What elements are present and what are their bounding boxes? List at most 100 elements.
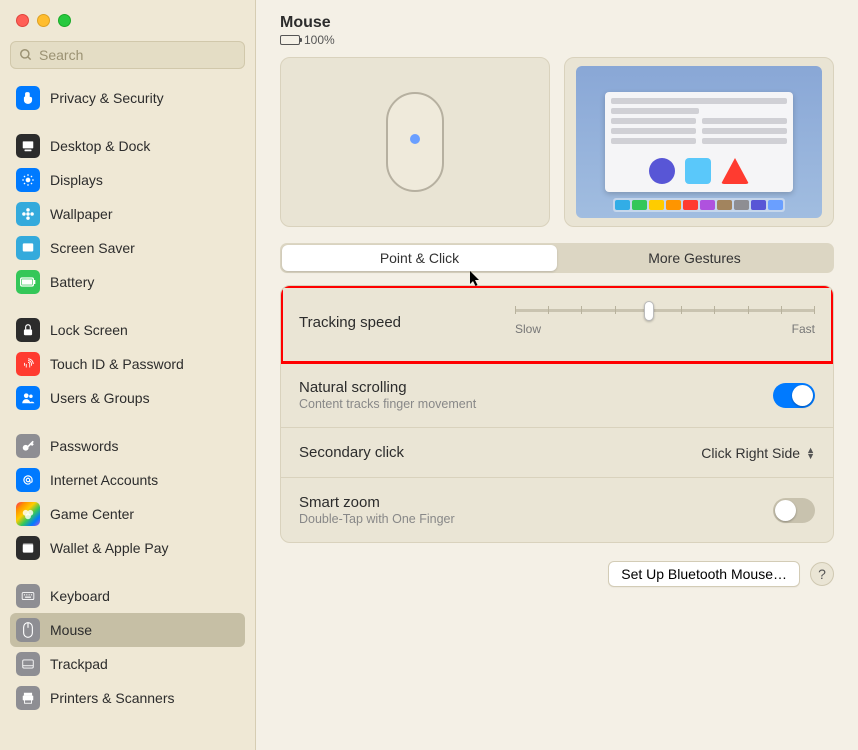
sun-icon xyxy=(16,168,40,192)
main-panel: Mouse 100% xyxy=(256,0,858,750)
square-shape-icon xyxy=(685,158,711,184)
minimize-window-button[interactable] xyxy=(37,14,50,27)
slider-min-label: Slow xyxy=(515,322,541,336)
sidebar-item-label: Trackpad xyxy=(50,656,108,672)
sidebar-item-label: Displays xyxy=(50,172,103,188)
sidebar-item-passwords[interactable]: Passwords xyxy=(10,429,245,463)
mouse-preview xyxy=(280,57,550,227)
hand-icon xyxy=(16,86,40,110)
sidebar-item-label: Desktop & Dock xyxy=(50,138,150,154)
row-tracking-speed: Tracking speed Slow Fast xyxy=(281,286,833,363)
slider-thumb[interactable] xyxy=(644,301,654,321)
sidebar-item-displays[interactable]: Displays xyxy=(10,163,245,197)
smart-zoom-toggle[interactable] xyxy=(773,498,815,523)
fullscreen-window-button[interactable] xyxy=(58,14,71,27)
mini-window xyxy=(605,92,792,192)
sidebar-item-label: Users & Groups xyxy=(50,390,150,406)
tracking-speed-label: Tracking speed xyxy=(299,314,515,331)
sidebar-item-trackpad[interactable]: Trackpad xyxy=(10,647,245,681)
sidebar-item-wallpaper[interactable]: Wallpaper xyxy=(10,197,245,231)
fingerprint-icon xyxy=(16,352,40,376)
battery-percent: 100% xyxy=(304,33,335,47)
sidebar-item-label: Lock Screen xyxy=(50,322,128,338)
secondary-click-label: Secondary click xyxy=(299,444,701,461)
sidebar-item-label: Wallpaper xyxy=(50,206,113,222)
sidebar-item-label: Internet Accounts xyxy=(50,472,158,488)
sidebar-item-internet-accounts[interactable]: Internet Accounts xyxy=(10,463,245,497)
desktop-preview-box xyxy=(564,57,834,227)
page-title: Mouse xyxy=(280,14,834,32)
tracking-speed-slider[interactable]: Slow Fast xyxy=(515,308,815,336)
sidebar-item-users-groups[interactable]: Users & Groups xyxy=(10,381,245,415)
lock-icon xyxy=(16,318,40,342)
sidebar-item-wallet-apple-pay[interactable]: Wallet & Apple Pay xyxy=(10,531,245,565)
sidebar-item-label: Keyboard xyxy=(50,588,110,604)
sidebar-item-desktop-dock[interactable]: Desktop & Dock xyxy=(10,129,245,163)
search-field[interactable] xyxy=(10,41,245,69)
sidebar-item-keyboard[interactable]: Keyboard xyxy=(10,579,245,613)
gamecenter-icon xyxy=(16,502,40,526)
sidebar-item-game-center[interactable]: Game Center xyxy=(10,497,245,531)
search-input[interactable] xyxy=(39,47,236,63)
printer-icon xyxy=(16,686,40,710)
tab-point-and-click[interactable]: Point & Click xyxy=(282,245,557,271)
sidebar: Privacy & Security Desktop & Dock Displays… xyxy=(0,0,256,750)
smart-zoom-sublabel: Double-Tap with One Finger xyxy=(299,512,773,526)
setup-bluetooth-button[interactable]: Set Up Bluetooth Mouse… xyxy=(608,561,800,587)
flower-icon xyxy=(16,202,40,226)
secondary-click-popup[interactable]: Click Right Side ▲▼ xyxy=(701,445,815,461)
mouse-icon xyxy=(16,618,40,642)
natural-scrolling-toggle[interactable] xyxy=(773,383,815,408)
dock-preview xyxy=(613,198,786,212)
desktop-preview xyxy=(576,66,823,217)
battery-icon xyxy=(16,270,40,294)
sidebar-item-touch-id-password[interactable]: Touch ID & Password xyxy=(10,347,245,381)
sidebar-item-label: Battery xyxy=(50,274,94,290)
preview-row xyxy=(280,57,834,227)
trackpad-icon xyxy=(16,652,40,676)
close-window-button[interactable] xyxy=(16,14,29,27)
header: Mouse 100% xyxy=(280,14,834,47)
sidebar-item-battery[interactable]: Battery xyxy=(10,265,245,299)
battery-status: 100% xyxy=(280,33,834,47)
mouse-graphic xyxy=(386,92,444,192)
dock-icon xyxy=(16,134,40,158)
row-smart-zoom: Smart zoom Double-Tap with One Finger xyxy=(281,478,833,542)
sidebar-item-printers-scanners[interactable]: Printers & Scanners xyxy=(10,681,245,715)
natural-scrolling-sublabel: Content tracks finger movement xyxy=(299,397,773,411)
screensaver-icon xyxy=(16,236,40,260)
sidebar-item-mouse[interactable]: Mouse xyxy=(10,613,245,647)
footer: Set Up Bluetooth Mouse… ? xyxy=(280,561,834,587)
tab-segmented-control[interactable]: Point & Click More Gestures xyxy=(280,243,834,273)
slider-max-label: Fast xyxy=(792,322,815,336)
sidebar-item-screen-saver[interactable]: Screen Saver xyxy=(10,231,245,265)
search-icon xyxy=(19,48,33,62)
natural-scrolling-label: Natural scrolling xyxy=(299,379,773,396)
tab-more-gestures[interactable]: More Gestures xyxy=(557,245,832,271)
sidebar-item-label: Mouse xyxy=(50,622,92,638)
sidebar-item-label: Game Center xyxy=(50,506,134,522)
settings-list: Tracking speed Slow Fast Natural scrolli… xyxy=(280,285,834,543)
sidebar-item-lock-screen[interactable]: Lock Screen xyxy=(10,313,245,347)
sidebar-item-label: Wallet & Apple Pay xyxy=(50,540,169,556)
sidebar-item-label: Passwords xyxy=(50,438,118,454)
sidebar-item-privacy-security[interactable]: Privacy & Security xyxy=(10,81,245,115)
help-button[interactable]: ? xyxy=(810,562,834,586)
wallet-icon xyxy=(16,536,40,560)
window-controls xyxy=(10,8,245,41)
battery-icon xyxy=(280,35,300,45)
chevron-up-down-icon: ▲▼ xyxy=(806,447,815,459)
triangle-shape-icon xyxy=(721,158,749,184)
keyboard-icon xyxy=(16,584,40,608)
sidebar-item-label: Printers & Scanners xyxy=(50,690,175,706)
mouse-click-indicator xyxy=(410,134,420,144)
sidebar-item-label: Touch ID & Password xyxy=(50,356,184,372)
sidebar-item-label: Screen Saver xyxy=(50,240,135,256)
secondary-click-value: Click Right Side xyxy=(701,445,800,461)
smart-zoom-label: Smart zoom xyxy=(299,494,773,511)
sidebar-item-label: Privacy & Security xyxy=(50,90,164,106)
circle-shape-icon xyxy=(649,158,675,184)
users-icon xyxy=(16,386,40,410)
key-icon xyxy=(16,434,40,458)
row-natural-scrolling: Natural scrolling Content tracks finger … xyxy=(281,363,833,428)
